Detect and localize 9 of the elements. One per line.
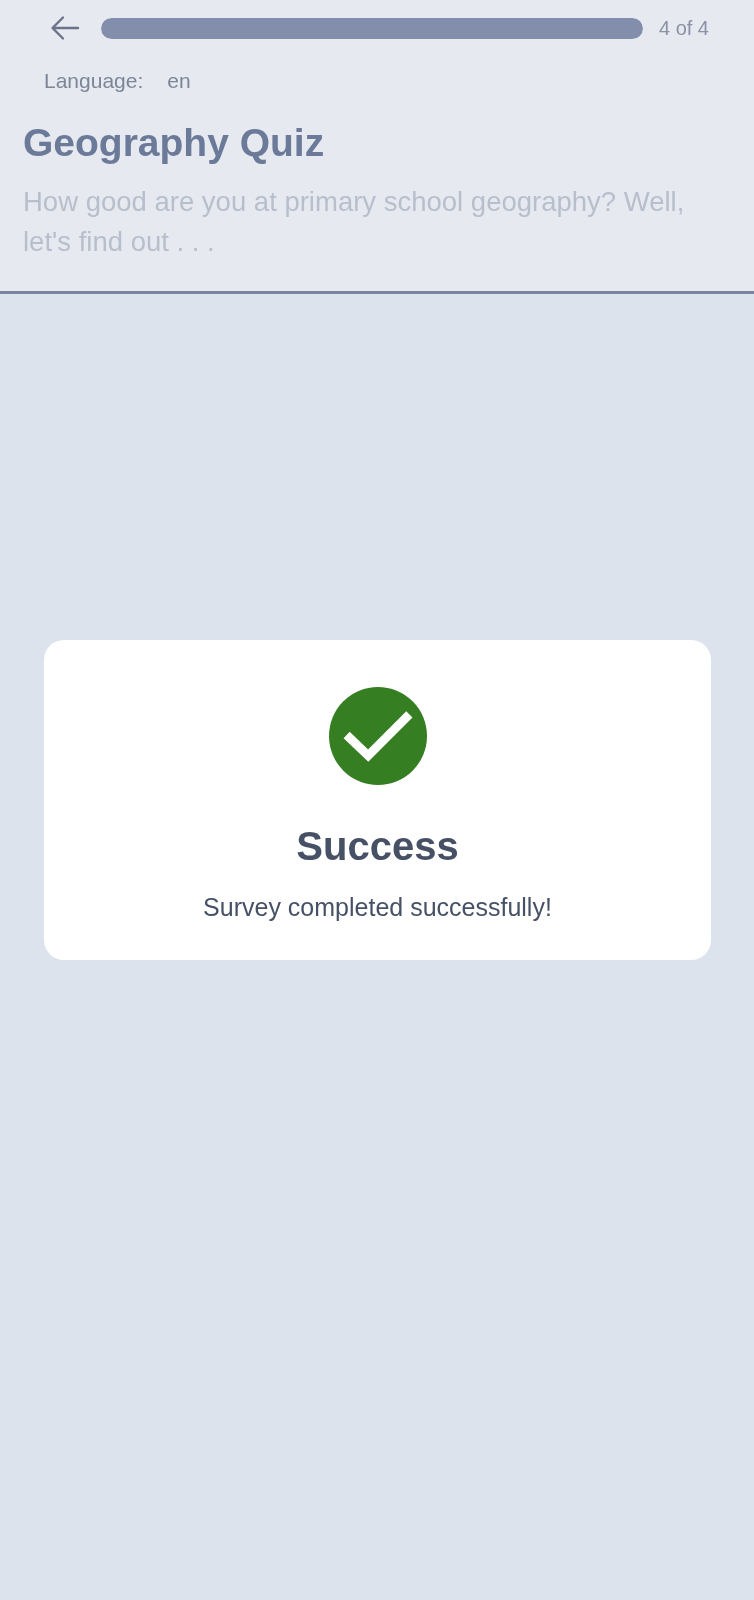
dialog-message: Survey completed successfully! <box>203 892 552 922</box>
arrow-left-icon <box>50 13 80 43</box>
dialog-title: Success <box>296 823 459 870</box>
check-circle-icon <box>328 687 427 785</box>
progress-counter: 4 of 4 <box>658 16 709 40</box>
back-button[interactable] <box>50 13 80 43</box>
quiz-title: Geography Quiz <box>23 120 326 166</box>
language-value: en <box>167 69 191 93</box>
language-label: Language: <box>44 69 144 93</box>
